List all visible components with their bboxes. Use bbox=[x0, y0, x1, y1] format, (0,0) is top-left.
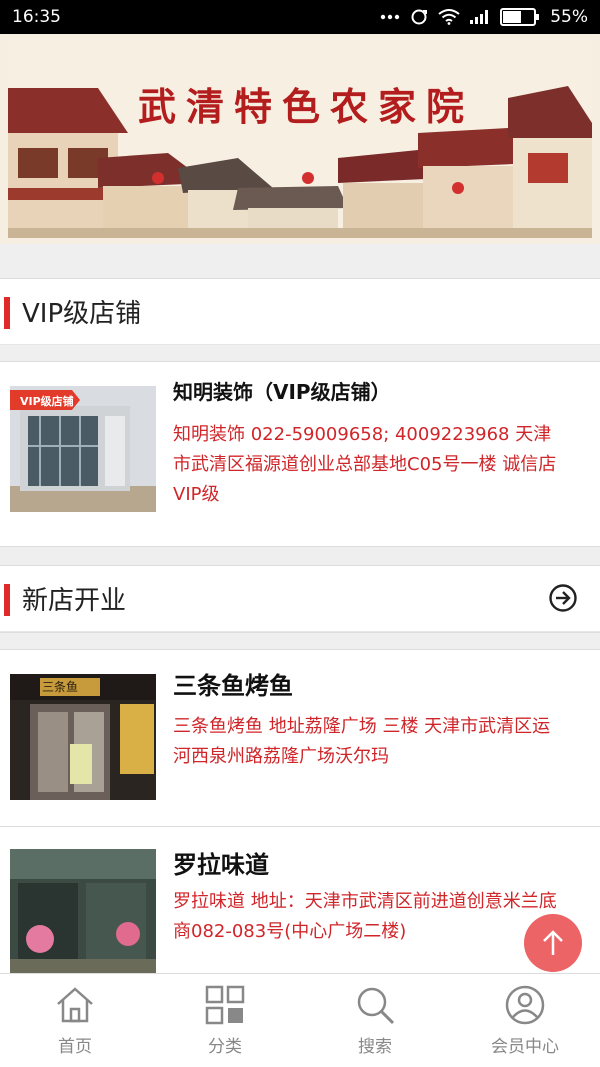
sync-icon bbox=[410, 8, 428, 26]
list-item[interactable]: 罗拉味道 罗拉味道 地址：天津市武清区前进道创意米兰底商082-083号(中心广… bbox=[0, 826, 600, 986]
signal-icon bbox=[470, 10, 490, 24]
vip-section-header: VIP级店铺 bbox=[0, 278, 600, 345]
section-title-new: 新店开业 bbox=[22, 586, 127, 616]
status-bar: 16:35 55% bbox=[0, 0, 600, 34]
back-to-top-button[interactable] bbox=[524, 914, 582, 972]
home-icon bbox=[57, 987, 93, 1023]
list-item[interactable]: 三条鱼 三条鱼烤鱼 三条鱼烤鱼 地址荔隆广场 三楼 天津市武清区运河西泉州路荔隆… bbox=[0, 649, 600, 827]
section-header: VIP级店铺 bbox=[0, 279, 600, 345]
user-icon bbox=[505, 985, 545, 1025]
banner[interactable]: 武清特色农家院 bbox=[0, 34, 600, 244]
vip-badge: VIP级店铺 bbox=[20, 395, 74, 408]
more-dots-icon bbox=[380, 14, 400, 20]
nav-label: 分类 bbox=[208, 1037, 242, 1057]
list-item[interactable]: VIP级店铺 知明装饰（VIP级店铺） 知明装饰 022-59009658; 4… bbox=[0, 361, 600, 547]
shop-thumbnail: VIP级店铺 bbox=[10, 386, 156, 512]
bottom-nav: 首页 分类 搜索 会员中心 bbox=[0, 973, 600, 1067]
battery-percent: 55% bbox=[550, 7, 588, 27]
nav-category[interactable]: 分类 bbox=[150, 974, 300, 1067]
arrow-up-icon bbox=[543, 930, 563, 955]
shop-thumbnail: 三条鱼 bbox=[10, 674, 156, 800]
grid-icon bbox=[205, 985, 245, 1025]
wifi-icon bbox=[438, 9, 460, 25]
new-section-header: 新店开业 bbox=[0, 565, 600, 633]
status-icons: 55% bbox=[380, 7, 588, 27]
nav-label: 会员中心 bbox=[491, 1037, 559, 1057]
section-header: 新店开业 bbox=[0, 566, 600, 632]
nav-member-center[interactable]: 会员中心 bbox=[450, 974, 600, 1067]
arrow-right-circle-icon[interactable] bbox=[548, 583, 578, 613]
battery-icon bbox=[500, 8, 540, 26]
shop-thumbnail bbox=[10, 849, 156, 979]
nav-label: 搜索 bbox=[358, 1037, 392, 1057]
shop-description: 罗拉味道 地址：天津市武清区前进道创意米兰底商082-083号(中心广场二楼) bbox=[173, 891, 557, 942]
search-icon bbox=[357, 987, 395, 1025]
shop-sign: 三条鱼 bbox=[42, 680, 79, 694]
nav-label: 首页 bbox=[58, 1037, 92, 1057]
banner-title: 武清特色农家院 bbox=[138, 84, 475, 129]
shop-description: 三条鱼烤鱼 地址荔隆广场 三楼 天津市武清区运河西泉州路荔隆广场沃尔玛 bbox=[173, 716, 551, 767]
shop-description: 知明装饰 022-59009658; 4009223968 天津市武清区福源道创… bbox=[173, 424, 557, 505]
shop-title: 三条鱼烤鱼 bbox=[173, 672, 293, 700]
nav-search[interactable]: 搜索 bbox=[300, 974, 450, 1067]
nav-home[interactable]: 首页 bbox=[0, 974, 150, 1067]
status-time: 16:35 bbox=[12, 7, 61, 27]
shop-title: 知明装饰（VIP级店铺） bbox=[173, 380, 391, 404]
section-title-vip: VIP级店铺 bbox=[22, 299, 142, 329]
banner-illustration: 武清特色农家院 bbox=[8, 38, 592, 238]
shop-title: 罗拉味道 bbox=[173, 851, 269, 879]
